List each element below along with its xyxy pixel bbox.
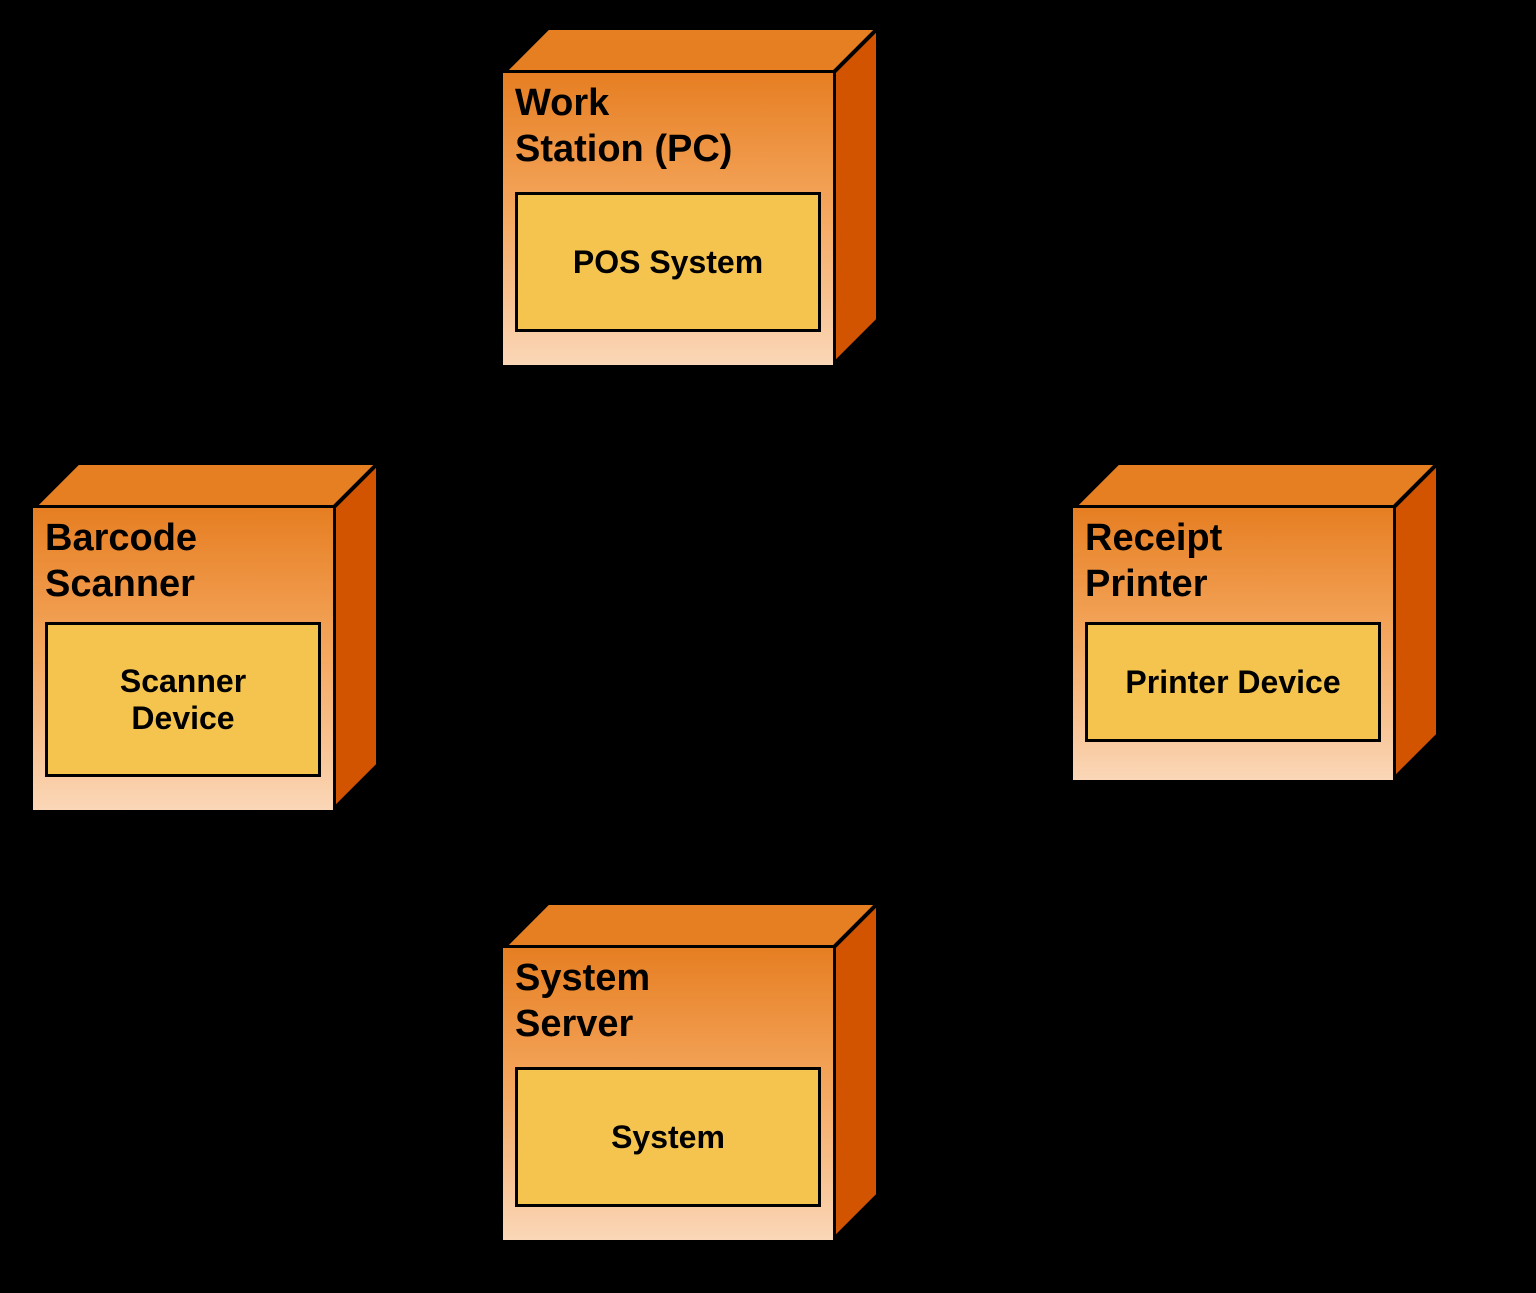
workstation-title: Work Station (PC) xyxy=(515,81,821,172)
printer-title: Receipt Printer xyxy=(1085,516,1381,607)
server-inner: System xyxy=(515,1067,821,1207)
workstation-inner: POS System xyxy=(515,192,821,332)
printer-inner: Printer Device xyxy=(1085,622,1381,742)
server-title: System Server xyxy=(515,956,821,1047)
scanner-inner: Scanner Device xyxy=(45,622,321,777)
scanner-title: Barcode Scanner xyxy=(45,516,321,607)
